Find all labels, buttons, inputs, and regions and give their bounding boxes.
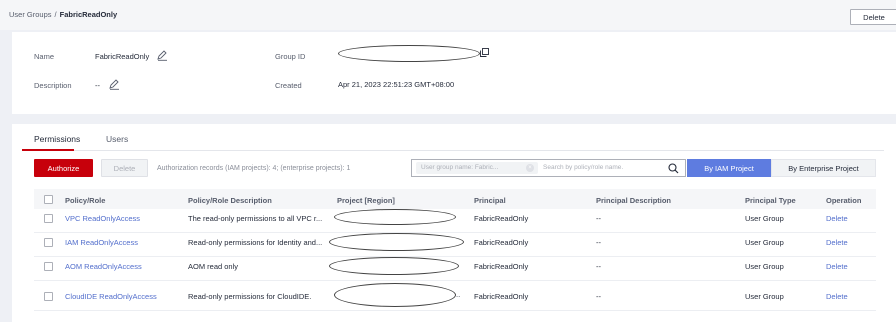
search-box[interactable]: User group name: Fabric... × Search by p… (411, 159, 686, 177)
redacted-group-id (338, 45, 480, 62)
breadcrumb-separator: / (54, 10, 57, 19)
policy-link[interactable]: AOM ReadOnlyAccess (65, 262, 142, 271)
column-header-principal-type: Principal Type (745, 196, 796, 205)
policy-description: Read-only permissions for Identity and..… (188, 238, 323, 247)
breadcrumb-parent[interactable]: User Groups (9, 10, 52, 19)
tab-permissions[interactable]: Permissions (34, 134, 80, 144)
filter-chip-text: User group name: Fabric... (421, 164, 499, 171)
policy-link[interactable]: IAM ReadOnlyAccess (65, 238, 138, 247)
redacted-project (334, 283, 456, 307)
principal-type: User Group (745, 238, 784, 247)
row-delete-link[interactable]: Delete (826, 262, 848, 271)
column-header-project: Project [Region] (337, 196, 395, 205)
created-label: Created (275, 81, 302, 90)
authorization-records-text: Authorization records (IAM projects): 4;… (157, 165, 351, 172)
principal-type: User Group (745, 262, 784, 271)
copy-icon[interactable] (480, 48, 489, 59)
group-info-card (12, 32, 896, 114)
description-label: Description (34, 81, 72, 90)
column-header-principal: Principal (474, 196, 506, 205)
column-header-description: Policy/Role Description (188, 196, 272, 205)
policy-link[interactable]: CloudIDE ReadOnlyAccess (65, 292, 157, 301)
edit-description-icon[interactable] (109, 79, 120, 92)
principal: FabricReadOnly (474, 292, 529, 301)
row-checkbox[interactable] (44, 238, 53, 247)
principal-description: -- (596, 262, 601, 271)
tab-divider (22, 150, 884, 151)
clear-icon[interactable]: × (526, 164, 534, 172)
breadcrumb-current: FabricReadOnly (59, 10, 118, 19)
group-id-label: Group ID (275, 52, 306, 61)
filter-chip[interactable]: User group name: Fabric... × (416, 162, 538, 174)
principal-description: -- (596, 238, 601, 247)
row-delete-link[interactable]: Delete (826, 292, 848, 301)
column-header-principal-description: Principal Description (596, 196, 672, 205)
redacted-project (334, 209, 456, 225)
by-enterprise-project-button[interactable]: By Enterprise Project (771, 159, 876, 177)
delete-group-button[interactable]: Delete (850, 9, 896, 25)
policy-description: AOM read only (188, 262, 239, 271)
column-header-operation: Operation (826, 196, 862, 205)
delete-button[interactable]: Delete (101, 159, 148, 177)
description-value: -- (95, 81, 100, 90)
principal-type: User Group (745, 292, 784, 301)
tab-users[interactable]: Users (106, 134, 128, 144)
top-bar: User Groups / FabricReadOnly Delete (0, 0, 896, 30)
principal: FabricReadOnly (474, 262, 529, 271)
row-checkbox[interactable] (44, 262, 53, 271)
name-value: FabricReadOnly (95, 52, 150, 61)
search-icon[interactable] (668, 163, 679, 176)
redacted-project (329, 257, 459, 275)
principal: FabricReadOnly (474, 238, 529, 247)
by-iam-project-button[interactable]: By IAM Project (687, 159, 771, 177)
principal: FabricReadOnly (474, 214, 529, 223)
authorize-button[interactable]: Authorize (34, 159, 93, 177)
redacted-project (329, 233, 464, 251)
policy-link[interactable]: VPC ReadOnlyAccess (65, 214, 140, 223)
select-all-checkbox[interactable] (44, 195, 53, 204)
project-region: .. (456, 290, 461, 299)
principal-type: User Group (745, 214, 784, 223)
principal-description: -- (596, 292, 601, 301)
row-delete-link[interactable]: Delete (826, 238, 848, 247)
principal-description: -- (596, 214, 601, 223)
name-label: Name (34, 52, 55, 61)
row-checkbox[interactable] (44, 292, 53, 301)
breadcrumb: User Groups / FabricReadOnly (9, 10, 117, 19)
active-tab-indicator (22, 149, 74, 151)
column-header-policy: Policy/Role (65, 196, 106, 205)
row-checkbox[interactable] (44, 214, 53, 223)
created-value: Apr 21, 2023 22:51:23 GMT+08:00 (338, 80, 455, 89)
row-delete-link[interactable]: Delete (826, 214, 848, 223)
search-input[interactable]: Search by policy/role name. (543, 164, 623, 171)
edit-name-icon[interactable] (157, 50, 168, 63)
policy-description: The read-only permissions to all VPC r..… (188, 214, 323, 223)
policy-description: Read-only permissions for CloudIDE. (188, 292, 312, 301)
